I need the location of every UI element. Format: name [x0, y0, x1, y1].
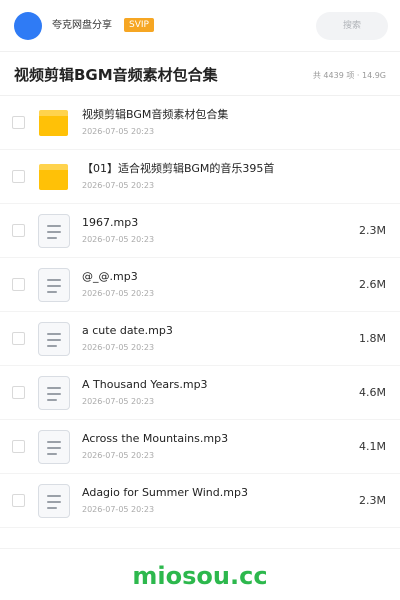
- document-icon: [38, 322, 70, 356]
- item-name[interactable]: Across the Mountains.mp3: [82, 432, 228, 446]
- meta-separator: ·: [356, 71, 360, 80]
- watermark-logo: miosou.cc: [132, 562, 268, 590]
- document-icon: [38, 484, 70, 518]
- item-name[interactable]: Adagio for Summer Wind.mp3: [82, 486, 248, 500]
- item-size: 2.3M: [359, 224, 386, 237]
- folder-header: 视频剪辑BGM音频素材包合集 共 4439 项 · 14.9G: [0, 52, 400, 96]
- select-checkbox[interactable]: [12, 440, 25, 453]
- list-item[interactable]: A Thousand Years.mp3 2026-07-05 20:23 4.…: [0, 366, 400, 420]
- list-item[interactable]: Across the Mountains.mp3 2026-07-05 20:2…: [0, 420, 400, 474]
- item-size: 4.1M: [359, 440, 386, 453]
- select-checkbox[interactable]: [12, 278, 25, 291]
- document-icon: [38, 268, 70, 302]
- item-date: 2026-07-05 20:23: [82, 451, 155, 460]
- svip-badge: SVIP: [124, 18, 154, 32]
- share-title: 夸克网盘分享: [52, 20, 112, 31]
- item-date: 2026-07-05 20:23: [82, 127, 155, 136]
- page-title: 视频剪辑BGM音频素材包合集: [14, 66, 218, 84]
- item-name[interactable]: A Thousand Years.mp3: [82, 378, 208, 392]
- folder-meta: 共 4439 项 · 14.9G: [313, 70, 386, 82]
- select-checkbox[interactable]: [12, 116, 25, 129]
- list-item[interactable]: @_@.mp3 2026-07-05 20:23 2.6M: [0, 258, 400, 312]
- avatar[interactable]: [14, 12, 42, 40]
- item-name[interactable]: 1967.mp3: [82, 216, 138, 230]
- document-icon: [38, 376, 70, 410]
- select-checkbox[interactable]: [12, 170, 25, 183]
- select-checkbox[interactable]: [12, 386, 25, 399]
- document-icon: [38, 214, 70, 248]
- list-item[interactable]: a cute date.mp3 2026-07-05 20:23 1.8M: [0, 312, 400, 366]
- search-placeholder[interactable]: 搜索: [316, 12, 388, 40]
- item-size: 2.6M: [359, 278, 386, 291]
- folder-icon: [39, 110, 68, 136]
- total-size: 14.9G: [361, 71, 386, 80]
- item-date: 2026-07-05 20:23: [82, 235, 155, 244]
- item-count: 共 4439 项: [312, 71, 355, 80]
- item-date: 2026-07-05 20:23: [82, 505, 155, 514]
- search-box[interactable]: 搜索: [316, 12, 388, 40]
- top-bar: 夸克网盘分享 SVIP 搜索: [0, 0, 400, 52]
- folder-icon: [39, 164, 68, 190]
- item-name[interactable]: 【01】适合视频剪辑BGM的音乐395首: [82, 162, 274, 176]
- item-name[interactable]: 视频剪辑BGM音频素材包合集: [82, 108, 228, 122]
- list-item[interactable]: 【01】适合视频剪辑BGM的音乐395首 2026-07-05 20:23: [0, 150, 400, 204]
- select-checkbox[interactable]: [12, 494, 25, 507]
- item-date: 2026-07-05 20:23: [82, 397, 155, 406]
- list-item[interactable]: 1967.mp3 2026-07-05 20:23 2.3M: [0, 204, 400, 258]
- item-size: 1.8M: [359, 332, 386, 345]
- item-size: 2.3M: [359, 494, 386, 507]
- item-name[interactable]: @_@.mp3: [82, 270, 138, 284]
- list-item[interactable]: Adagio for Summer Wind.mp3 2026-07-05 20…: [0, 474, 400, 528]
- select-checkbox[interactable]: [12, 224, 25, 237]
- footer: miosou.cc: [0, 548, 400, 600]
- select-checkbox[interactable]: [12, 332, 25, 345]
- item-name[interactable]: a cute date.mp3: [82, 324, 173, 338]
- document-icon: [38, 430, 70, 464]
- item-date: 2026-07-05 20:23: [82, 343, 155, 352]
- item-date: 2026-07-05 20:23: [82, 181, 155, 190]
- list-item[interactable]: 视频剪辑BGM音频素材包合集 2026-07-05 20:23: [0, 96, 400, 150]
- item-size: 4.6M: [359, 386, 386, 399]
- item-date: 2026-07-05 20:23: [82, 289, 155, 298]
